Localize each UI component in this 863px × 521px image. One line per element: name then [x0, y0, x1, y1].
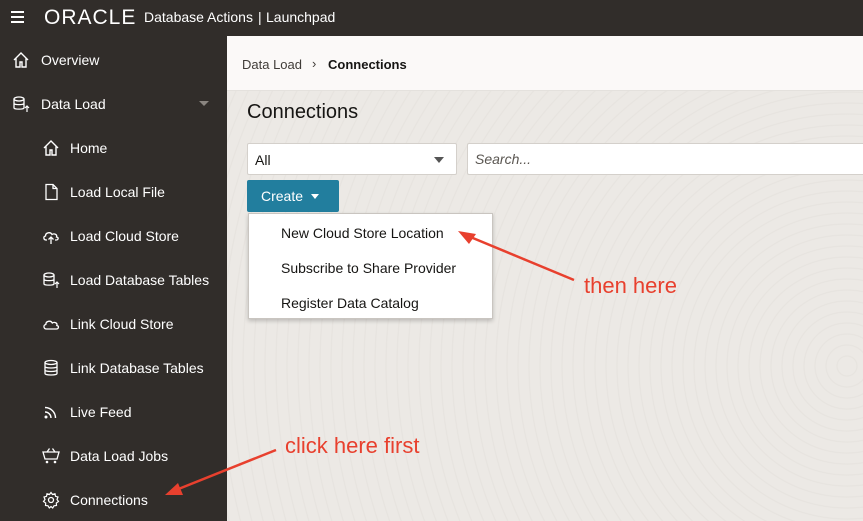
app-subtitle[interactable]: Launchpad — [266, 9, 335, 25]
sidebar-item-label: Connections — [70, 492, 148, 508]
cloud-icon — [42, 315, 60, 333]
create-button-label: Create — [261, 188, 304, 204]
chevron-down-icon — [311, 193, 320, 199]
sidebar-item-connections[interactable]: Connections — [0, 478, 227, 521]
sidebar-item-label: Load Cloud Store — [70, 228, 179, 244]
database-icon — [42, 359, 60, 377]
home-icon — [12, 51, 30, 69]
cloud-upload-icon — [42, 227, 60, 245]
top-bar: ORACLE Database Actions | Launchpad — [0, 0, 863, 36]
annotation-then-here: then here — [584, 273, 677, 298]
sidebar: Overview Data Load Home Load Local File … — [0, 36, 227, 521]
menu-item-register-data-catalog[interactable]: Register Data Catalog — [249, 285, 494, 320]
hamburger-menu-icon[interactable] — [11, 11, 24, 23]
sidebar-item-label: Live Feed — [70, 404, 132, 420]
file-icon — [42, 183, 60, 201]
sidebar-item-load-cloud-store[interactable]: Load Cloud Store — [0, 214, 227, 258]
filter-select-value: All — [255, 152, 271, 168]
menu-item-new-cloud-store-location[interactable]: New Cloud Store Location — [249, 215, 494, 250]
sidebar-item-label: Home — [70, 140, 108, 156]
database-upload-icon — [12, 95, 30, 113]
app-title: Database Actions — [144, 9, 253, 25]
menu-item-subscribe-share-provider[interactable]: Subscribe to Share Provider — [249, 250, 494, 285]
chevron-right-icon: › — [312, 56, 317, 71]
sidebar-item-overview[interactable]: Overview — [0, 38, 227, 82]
sidebar-item-data-load-jobs[interactable]: Data Load Jobs — [0, 434, 227, 478]
cart-icon — [42, 447, 60, 465]
sidebar-item-load-local-file[interactable]: Load Local File — [0, 170, 227, 214]
sidebar-item-link-cloud-store[interactable]: Link Cloud Store — [0, 302, 227, 346]
gear-icon — [42, 491, 60, 509]
database-upload-icon — [42, 271, 60, 289]
breadcrumb-current: Connections — [328, 57, 407, 72]
chevron-down-icon — [434, 157, 444, 163]
breadcrumb: Data Load › Connections — [227, 36, 863, 91]
sidebar-item-load-database-tables[interactable]: Load Database Tables — [0, 258, 227, 302]
sidebar-item-label: Load Local File — [70, 184, 165, 200]
sidebar-item-label: Data Load Jobs — [70, 448, 169, 464]
title-separator: | — [258, 9, 262, 25]
sidebar-item-label: Link Cloud Store — [70, 316, 174, 332]
home-icon — [42, 139, 60, 157]
sidebar-item-home[interactable]: Home — [0, 126, 227, 170]
sidebar-item-label: Load Database Tables — [70, 272, 210, 288]
oracle-logo: ORACLE — [44, 6, 137, 29]
annotation-click-here-first: click here first — [285, 433, 420, 458]
filter-select[interactable]: All — [247, 143, 457, 175]
sidebar-item-data-load[interactable]: Data Load — [0, 82, 227, 126]
sidebar-item-label: Overview — [41, 52, 100, 68]
breadcrumb-parent-link[interactable]: Data Load — [242, 57, 302, 72]
create-button[interactable]: Create — [247, 180, 339, 212]
sidebar-item-label: Data Load — [41, 96, 106, 112]
sidebar-item-label: Link Database Tables — [70, 360, 204, 376]
chevron-down-icon[interactable] — [199, 101, 209, 106]
page-title: Connections — [247, 101, 359, 123]
search-input[interactable] — [467, 143, 863, 175]
sidebar-item-link-database-tables[interactable]: Link Database Tables — [0, 346, 227, 390]
rss-feed-icon — [42, 403, 60, 421]
create-dropdown-menu: New Cloud Store Location Subscribe to Sh… — [248, 213, 493, 319]
sidebar-item-live-feed[interactable]: Live Feed — [0, 390, 227, 434]
